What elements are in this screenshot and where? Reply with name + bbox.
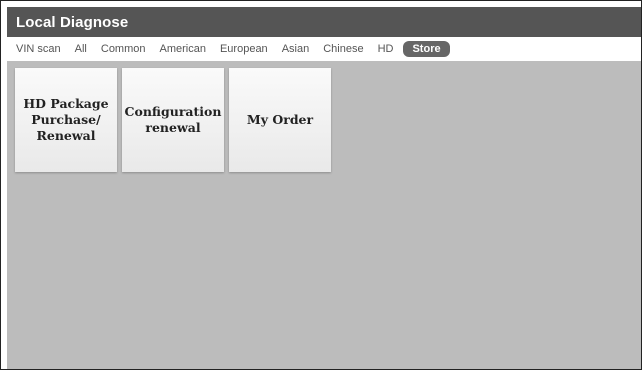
tab-vin-scan[interactable]: VIN scan	[16, 43, 61, 55]
tile-label: Configuration renewal	[124, 104, 222, 135]
title-bar: Local Diagnose	[7, 7, 641, 37]
tab-store[interactable]: Store	[403, 41, 450, 57]
tab-asian[interactable]: Asian	[282, 43, 310, 55]
tile-label: HD Package Purchase/ Renewal	[23, 96, 109, 143]
tab-european[interactable]: European	[220, 43, 268, 55]
tab-common[interactable]: Common	[101, 43, 146, 55]
tab-all[interactable]: All	[75, 43, 87, 55]
app-window: Local Diagnose VIN scan All Common Ameri…	[0, 0, 642, 370]
hd-package-purchase-renewal-button[interactable]: HD Package Purchase/ Renewal	[15, 68, 117, 172]
configuration-renewal-button[interactable]: Configuration renewal	[122, 68, 224, 172]
my-order-button[interactable]: My Order	[229, 68, 331, 172]
category-tab-bar: VIN scan All Common American European As…	[7, 37, 641, 61]
tab-hd[interactable]: HD	[378, 43, 394, 55]
tile-label: My Order	[246, 112, 314, 127]
store-content-area: HD Package Purchase/ Renewal Configurati…	[7, 61, 641, 369]
tab-american[interactable]: American	[160, 43, 206, 55]
tab-chinese[interactable]: Chinese	[323, 43, 363, 55]
page-title: Local Diagnose	[16, 13, 129, 31]
